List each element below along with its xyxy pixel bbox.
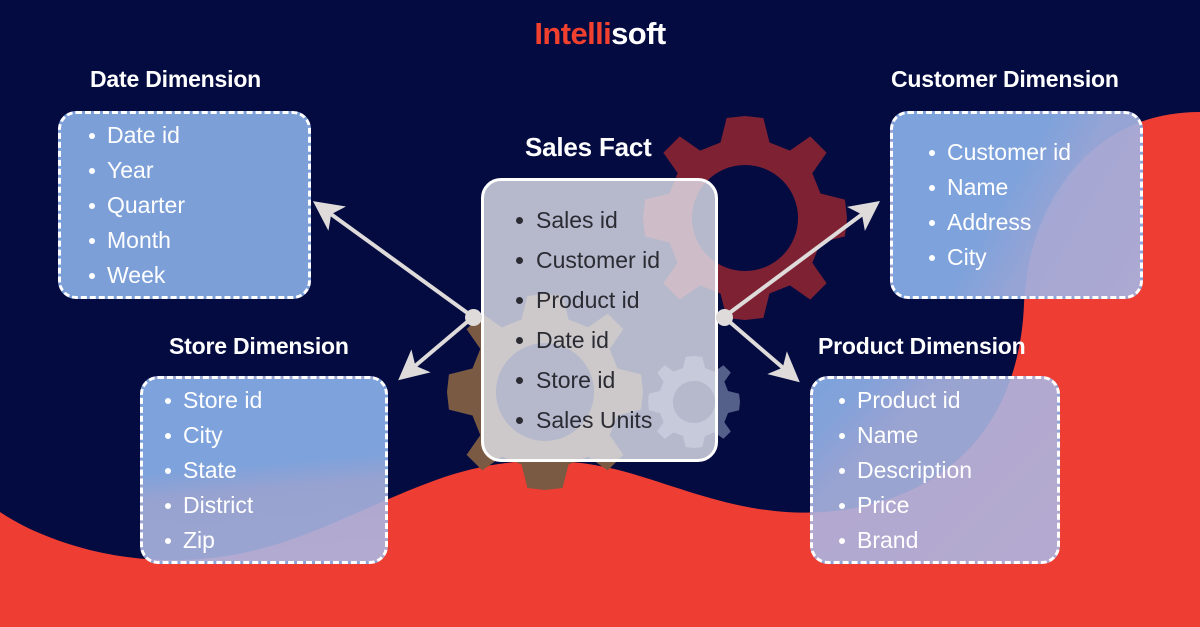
title-customer-dimension: Customer Dimension [891, 66, 1119, 92]
title-sales-fact: Sales Fact [525, 132, 652, 162]
title-store-dimension: Store Dimension [169, 333, 349, 359]
arrow-fact-to-customer [722, 201, 881, 319]
brand-logo: Intellisoft [0, 18, 1200, 49]
diagram-canvas: Intellisoft Date Dimension Customer Dime… [0, 0, 1200, 627]
arrow-fact-to-product [722, 315, 800, 383]
relationship-arrow-group [312, 201, 881, 383]
logo-text-secondary: soft [611, 16, 666, 51]
title-product-dimension: Product Dimension [818, 333, 1026, 359]
arrow-fact-to-date [312, 201, 475, 319]
connector-knob-left [465, 309, 482, 326]
title-date-dimension: Date Dimension [90, 66, 262, 92]
logo-text-primary: Intelli [534, 16, 612, 51]
connector-knob-right [716, 309, 733, 326]
arrow-fact-to-store [398, 315, 475, 381]
